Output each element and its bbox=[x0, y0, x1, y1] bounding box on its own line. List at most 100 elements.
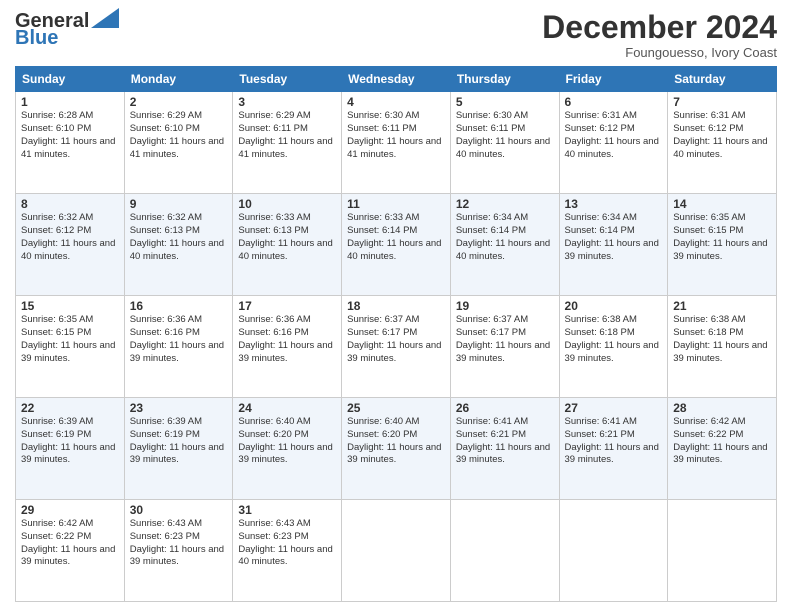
daylight-label: Daylight: 11 hours and 39 minutes. bbox=[238, 442, 332, 466]
sunset-label: Sunset: 6:23 PM bbox=[130, 531, 200, 542]
logo-icon bbox=[91, 8, 119, 28]
daylight-label: Daylight: 11 hours and 39 minutes. bbox=[565, 340, 659, 364]
calendar-cell: 7 Sunrise: 6:31 AM Sunset: 6:12 PM Dayli… bbox=[668, 92, 777, 194]
calendar-cell: 15 Sunrise: 6:35 AM Sunset: 6:15 PM Dayl… bbox=[16, 296, 125, 398]
day-number: 4 bbox=[347, 95, 445, 109]
calendar-day-header: Saturday bbox=[668, 67, 777, 92]
calendar-cell bbox=[450, 500, 559, 602]
day-number: 13 bbox=[565, 197, 663, 211]
month-title: December 2024 bbox=[542, 10, 777, 45]
calendar-cell: 9 Sunrise: 6:32 AM Sunset: 6:13 PM Dayli… bbox=[124, 194, 233, 296]
daylight-label: Daylight: 11 hours and 40 minutes. bbox=[673, 136, 767, 160]
day-number: 28 bbox=[673, 401, 771, 415]
sunrise-label: Sunrise: 6:36 AM bbox=[130, 314, 202, 325]
sunset-label: Sunset: 6:19 PM bbox=[130, 429, 200, 440]
day-number: 6 bbox=[565, 95, 663, 109]
sunrise-label: Sunrise: 6:40 AM bbox=[347, 416, 419, 427]
sunset-label: Sunset: 6:10 PM bbox=[130, 123, 200, 134]
day-number: 30 bbox=[130, 503, 228, 517]
sunset-label: Sunset: 6:17 PM bbox=[347, 327, 417, 338]
calendar-cell: 10 Sunrise: 6:33 AM Sunset: 6:13 PM Dayl… bbox=[233, 194, 342, 296]
daylight-label: Daylight: 11 hours and 40 minutes. bbox=[347, 238, 441, 262]
calendar-cell: 18 Sunrise: 6:37 AM Sunset: 6:17 PM Dayl… bbox=[342, 296, 451, 398]
day-number: 17 bbox=[238, 299, 336, 313]
calendar-day-header: Thursday bbox=[450, 67, 559, 92]
calendar-cell: 19 Sunrise: 6:37 AM Sunset: 6:17 PM Dayl… bbox=[450, 296, 559, 398]
day-info: Sunrise: 6:39 AM Sunset: 6:19 PM Dayligh… bbox=[21, 416, 119, 467]
day-number: 3 bbox=[238, 95, 336, 109]
day-info: Sunrise: 6:33 AM Sunset: 6:13 PM Dayligh… bbox=[238, 212, 336, 263]
sunset-label: Sunset: 6:15 PM bbox=[21, 327, 91, 338]
calendar-week-row: 15 Sunrise: 6:35 AM Sunset: 6:15 PM Dayl… bbox=[16, 296, 777, 398]
sunset-label: Sunset: 6:14 PM bbox=[565, 225, 635, 236]
day-number: 8 bbox=[21, 197, 119, 211]
day-info: Sunrise: 6:34 AM Sunset: 6:14 PM Dayligh… bbox=[565, 212, 663, 263]
calendar-cell: 4 Sunrise: 6:30 AM Sunset: 6:11 PM Dayli… bbox=[342, 92, 451, 194]
day-info: Sunrise: 6:40 AM Sunset: 6:20 PM Dayligh… bbox=[238, 416, 336, 467]
daylight-label: Daylight: 11 hours and 40 minutes. bbox=[238, 238, 332, 262]
day-info: Sunrise: 6:40 AM Sunset: 6:20 PM Dayligh… bbox=[347, 416, 445, 467]
daylight-label: Daylight: 11 hours and 39 minutes. bbox=[130, 544, 224, 568]
calendar-cell: 12 Sunrise: 6:34 AM Sunset: 6:14 PM Dayl… bbox=[450, 194, 559, 296]
sunrise-label: Sunrise: 6:36 AM bbox=[238, 314, 310, 325]
sunrise-label: Sunrise: 6:39 AM bbox=[130, 416, 202, 427]
calendar-week-row: 1 Sunrise: 6:28 AM Sunset: 6:10 PM Dayli… bbox=[16, 92, 777, 194]
calendar-cell: 22 Sunrise: 6:39 AM Sunset: 6:19 PM Dayl… bbox=[16, 398, 125, 500]
day-number: 14 bbox=[673, 197, 771, 211]
sunrise-label: Sunrise: 6:39 AM bbox=[21, 416, 93, 427]
day-info: Sunrise: 6:41 AM Sunset: 6:21 PM Dayligh… bbox=[565, 416, 663, 467]
calendar-cell: 30 Sunrise: 6:43 AM Sunset: 6:23 PM Dayl… bbox=[124, 500, 233, 602]
calendar-day-header: Tuesday bbox=[233, 67, 342, 92]
daylight-label: Daylight: 11 hours and 41 minutes. bbox=[21, 136, 115, 160]
day-info: Sunrise: 6:39 AM Sunset: 6:19 PM Dayligh… bbox=[130, 416, 228, 467]
day-number: 7 bbox=[673, 95, 771, 109]
sunrise-label: Sunrise: 6:31 AM bbox=[565, 110, 637, 121]
day-info: Sunrise: 6:42 AM Sunset: 6:22 PM Dayligh… bbox=[21, 518, 119, 569]
calendar-cell: 27 Sunrise: 6:41 AM Sunset: 6:21 PM Dayl… bbox=[559, 398, 668, 500]
day-info: Sunrise: 6:32 AM Sunset: 6:13 PM Dayligh… bbox=[130, 212, 228, 263]
logo-text-blue: Blue bbox=[15, 27, 58, 50]
day-info: Sunrise: 6:38 AM Sunset: 6:18 PM Dayligh… bbox=[673, 314, 771, 365]
day-number: 20 bbox=[565, 299, 663, 313]
sunrise-label: Sunrise: 6:35 AM bbox=[673, 212, 745, 223]
sunset-label: Sunset: 6:10 PM bbox=[21, 123, 91, 134]
day-info: Sunrise: 6:29 AM Sunset: 6:11 PM Dayligh… bbox=[238, 110, 336, 161]
calendar-cell: 13 Sunrise: 6:34 AM Sunset: 6:14 PM Dayl… bbox=[559, 194, 668, 296]
daylight-label: Daylight: 11 hours and 39 minutes. bbox=[130, 442, 224, 466]
sunrise-label: Sunrise: 6:43 AM bbox=[130, 518, 202, 529]
day-info: Sunrise: 6:43 AM Sunset: 6:23 PM Dayligh… bbox=[130, 518, 228, 569]
day-info: Sunrise: 6:31 AM Sunset: 6:12 PM Dayligh… bbox=[565, 110, 663, 161]
calendar-cell: 29 Sunrise: 6:42 AM Sunset: 6:22 PM Dayl… bbox=[16, 500, 125, 602]
sunset-label: Sunset: 6:18 PM bbox=[673, 327, 743, 338]
day-number: 21 bbox=[673, 299, 771, 313]
calendar-week-row: 22 Sunrise: 6:39 AM Sunset: 6:19 PM Dayl… bbox=[16, 398, 777, 500]
sunset-label: Sunset: 6:20 PM bbox=[238, 429, 308, 440]
calendar-cell bbox=[342, 500, 451, 602]
calendar-week-row: 29 Sunrise: 6:42 AM Sunset: 6:22 PM Dayl… bbox=[16, 500, 777, 602]
daylight-label: Daylight: 11 hours and 39 minutes. bbox=[21, 544, 115, 568]
daylight-label: Daylight: 11 hours and 40 minutes. bbox=[456, 238, 550, 262]
daylight-label: Daylight: 11 hours and 39 minutes. bbox=[347, 340, 441, 364]
sunset-label: Sunset: 6:20 PM bbox=[347, 429, 417, 440]
sunrise-label: Sunrise: 6:38 AM bbox=[565, 314, 637, 325]
sunrise-label: Sunrise: 6:37 AM bbox=[456, 314, 528, 325]
sunrise-label: Sunrise: 6:33 AM bbox=[347, 212, 419, 223]
sunrise-label: Sunrise: 6:43 AM bbox=[238, 518, 310, 529]
daylight-label: Daylight: 11 hours and 40 minutes. bbox=[238, 544, 332, 568]
page: General Blue December 2024 Foungouesso, … bbox=[0, 0, 792, 612]
daylight-label: Daylight: 11 hours and 40 minutes. bbox=[130, 238, 224, 262]
day-number: 26 bbox=[456, 401, 554, 415]
sunset-label: Sunset: 6:21 PM bbox=[565, 429, 635, 440]
title-section: December 2024 Foungouesso, Ivory Coast bbox=[542, 10, 777, 60]
calendar-cell: 31 Sunrise: 6:43 AM Sunset: 6:23 PM Dayl… bbox=[233, 500, 342, 602]
sunset-label: Sunset: 6:23 PM bbox=[238, 531, 308, 542]
day-info: Sunrise: 6:28 AM Sunset: 6:10 PM Dayligh… bbox=[21, 110, 119, 161]
day-info: Sunrise: 6:33 AM Sunset: 6:14 PM Dayligh… bbox=[347, 212, 445, 263]
day-info: Sunrise: 6:38 AM Sunset: 6:18 PM Dayligh… bbox=[565, 314, 663, 365]
sunrise-label: Sunrise: 6:41 AM bbox=[565, 416, 637, 427]
sunrise-label: Sunrise: 6:33 AM bbox=[238, 212, 310, 223]
sunrise-label: Sunrise: 6:37 AM bbox=[347, 314, 419, 325]
sunrise-label: Sunrise: 6:32 AM bbox=[21, 212, 93, 223]
day-info: Sunrise: 6:37 AM Sunset: 6:17 PM Dayligh… bbox=[456, 314, 554, 365]
day-number: 24 bbox=[238, 401, 336, 415]
